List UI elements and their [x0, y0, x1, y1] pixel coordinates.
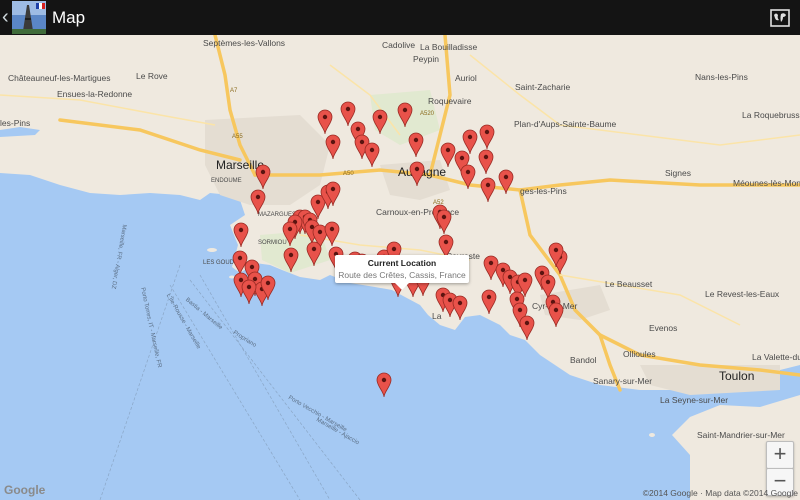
google-logo: Google — [4, 483, 46, 497]
location-marker-icon[interactable] — [519, 315, 535, 341]
map-label: Saint-Zacharie — [515, 82, 571, 92]
info-window-title: Current Location — [367, 258, 437, 268]
map-label: ges-les-Pins — [520, 186, 567, 196]
map-label: Signes — [665, 168, 691, 178]
world-map-icon[interactable] — [770, 8, 790, 28]
info-window[interactable]: Current Location Route des Crêtes, Cassi… — [335, 255, 469, 290]
location-marker-icon[interactable] — [364, 142, 380, 168]
map-label: Septèmes-les-Vallons — [203, 38, 286, 48]
location-marker-icon[interactable] — [376, 372, 392, 398]
map-label: Nans-les-Pins — [695, 72, 748, 82]
map-label: Le Beausset — [605, 279, 653, 289]
location-marker-icon[interactable] — [498, 169, 514, 195]
eiffel-flag-icon[interactable] — [12, 1, 46, 34]
map-label: Saint-Mandrier-sur-Mer — [697, 430, 785, 440]
location-marker-icon[interactable] — [479, 124, 495, 150]
back-chevron-icon[interactable]: ‹ — [2, 0, 12, 35]
map-label: Plan-d'Aups-Sainte-Baume — [514, 119, 617, 129]
map-label: La Roquebrussa — [742, 110, 800, 120]
map-label: Peypin — [413, 54, 439, 64]
map-label: Roquevaire — [428, 96, 472, 106]
map-label: Ollioules — [623, 349, 656, 359]
location-marker-icon[interactable] — [325, 181, 341, 207]
location-marker-icon[interactable] — [317, 109, 333, 135]
map-label: La Valette-du — [752, 352, 800, 362]
action-bar: ‹ Map — [0, 0, 800, 35]
map-label: ENDOUME — [211, 178, 242, 184]
location-marker-icon[interactable] — [436, 209, 452, 235]
location-marker-icon[interactable] — [233, 222, 249, 248]
info-window-subtitle: Route des Crêtes, Cassis, France — [338, 270, 466, 280]
location-marker-icon[interactable] — [306, 241, 322, 267]
location-marker-icon[interactable] — [325, 134, 341, 160]
map-label: Méounes-lès-Montri — [733, 178, 800, 188]
map-label: La Seyne-sur-Mer — [660, 395, 729, 405]
map-label: La Bouilladisse — [420, 42, 478, 52]
app-title: Map — [52, 7, 86, 27]
map-label: Le Rove — [136, 71, 168, 81]
location-marker-icon[interactable] — [255, 164, 271, 190]
map-label: les-Pins — [0, 118, 31, 128]
location-marker-icon[interactable] — [408, 132, 424, 158]
map-attribution: ©2014 Google · Map data ©2014 Google — [642, 488, 798, 498]
location-marker-icon[interactable] — [480, 177, 496, 203]
location-marker-icon[interactable] — [250, 189, 266, 215]
location-marker-icon[interactable] — [283, 247, 299, 273]
map-label: Cadolive — [382, 40, 416, 50]
map-label: Le Revest-les-Eaux — [705, 289, 780, 299]
map-label: Auriol — [455, 73, 477, 83]
location-marker-icon[interactable] — [324, 221, 340, 247]
map-label: Sanary-sur-Mer — [593, 376, 653, 386]
location-marker-icon[interactable] — [481, 289, 497, 315]
location-marker-icon[interactable] — [478, 149, 494, 175]
location-marker-icon[interactable] — [282, 221, 298, 247]
location-marker-icon[interactable] — [548, 242, 564, 268]
map-label: Bandol — [570, 355, 597, 365]
location-marker-icon[interactable] — [372, 109, 388, 135]
location-marker-icon[interactable] — [548, 302, 564, 328]
zoom-in-button[interactable]: + — [766, 441, 794, 469]
location-marker-icon[interactable] — [452, 295, 468, 321]
map-label: Ensues-la-Redonne — [57, 89, 133, 99]
map-view[interactable]: Septèmes-les-Vallons Cadolive La Bouilla… — [0, 35, 800, 500]
location-marker-icon[interactable] — [260, 275, 276, 301]
road-label: A7 — [230, 88, 238, 94]
road-label: A520 — [420, 111, 435, 117]
road-label: A50 — [343, 171, 354, 177]
map-label: Evenos — [649, 323, 678, 333]
location-marker-icon[interactable] — [397, 102, 413, 128]
location-marker-icon[interactable] — [241, 279, 257, 305]
map-label-city: Toulon — [719, 369, 755, 383]
location-marker-icon[interactable] — [460, 164, 476, 190]
map-label: Châteauneuf-les-Martigues — [8, 73, 111, 83]
road-label: A55 — [232, 134, 243, 140]
location-marker-icon[interactable] — [409, 161, 425, 187]
